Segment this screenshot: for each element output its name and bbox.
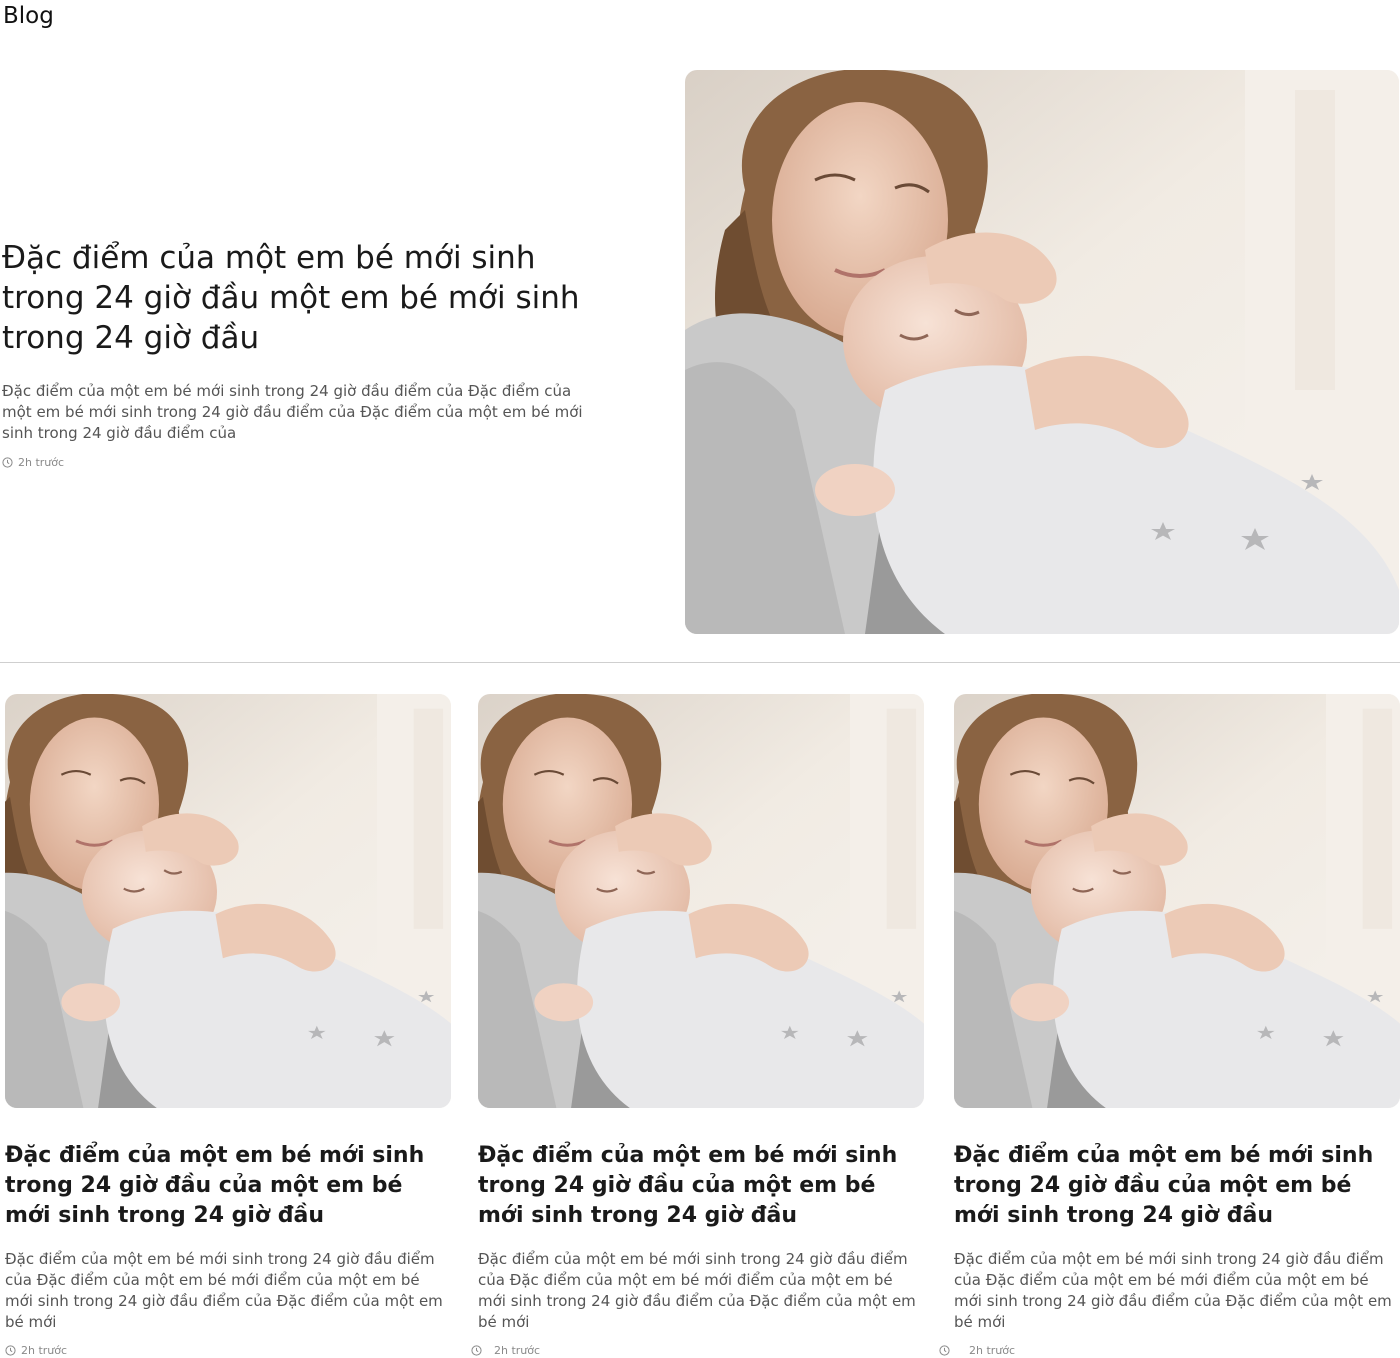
section-divider [0, 662, 1400, 663]
post-card-title[interactable]: Đặc điểm của một em bé mới sinh trong 24… [478, 1141, 918, 1231]
post-card[interactable]: Đặc điểm của một em bé mới sinh trong 24… [471, 694, 924, 1357]
post-card-meta: 2h trước [939, 1344, 1400, 1357]
post-card-meta: 2h trước [5, 1344, 451, 1357]
clock-icon [471, 1345, 482, 1356]
post-card-image[interactable] [5, 694, 451, 1108]
post-card[interactable]: Đặc điểm của một em bé mới sinh trong 24… [5, 694, 451, 1357]
post-card-title[interactable]: Đặc điểm của một em bé mới sinh trong 24… [5, 1141, 445, 1231]
post-card-time: 2h trước [494, 1344, 541, 1357]
post-card-image[interactable] [478, 694, 924, 1108]
featured-post-title[interactable]: Đặc điểm của một em bé mới sinh trong 24… [2, 238, 602, 358]
featured-post[interactable]: Đặc điểm của một em bé mới sinh trong 24… [2, 238, 602, 469]
featured-post-meta: 2h trước [2, 456, 602, 469]
post-card-time: 2h trước [21, 1344, 68, 1357]
clock-icon [2, 457, 13, 468]
post-card-title[interactable]: Đặc điểm của một em bé mới sinh trong 24… [954, 1141, 1394, 1231]
featured-post-time: 2h trước [18, 456, 65, 469]
clock-icon [939, 1345, 950, 1356]
post-card-excerpt: Đặc điểm của một em bé mới sinh trong 24… [478, 1250, 916, 1331]
post-card-excerpt: Đặc điểm của một em bé mới sinh trong 24… [5, 1250, 443, 1331]
post-card-excerpt: Đặc điểm của một em bé mới sinh trong 24… [954, 1250, 1392, 1331]
featured-post-excerpt: Đặc điểm của một em bé mới sinh trong 24… [2, 382, 583, 442]
clock-icon [5, 1345, 16, 1356]
post-card-image[interactable] [954, 694, 1400, 1108]
post-card-time: 2h trước [969, 1344, 1016, 1357]
post-card-meta: 2h trước [471, 1344, 924, 1357]
featured-post-image[interactable] [685, 70, 1399, 634]
page-title: Blog [3, 3, 54, 29]
post-card[interactable]: Đặc điểm của một em bé mới sinh trong 24… [939, 694, 1400, 1357]
